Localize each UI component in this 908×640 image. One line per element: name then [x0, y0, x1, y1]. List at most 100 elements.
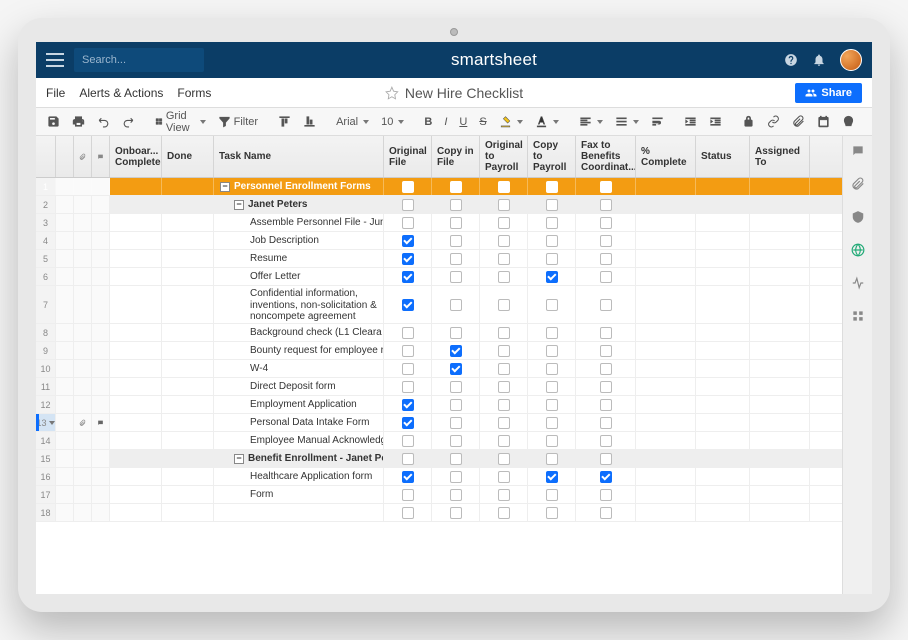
checkbox[interactable]	[498, 235, 510, 247]
attach-cell[interactable]	[74, 504, 92, 521]
checkbox-cell[interactable]	[576, 432, 636, 449]
assigned-cell[interactable]	[750, 214, 810, 231]
checkbox[interactable]	[498, 417, 510, 429]
star-icon[interactable]	[385, 86, 399, 100]
checkbox[interactable]	[450, 399, 462, 411]
task-cell[interactable]: Personal Data Intake Form	[214, 414, 384, 431]
comment-cell[interactable]	[92, 468, 110, 485]
expand-cell[interactable]	[56, 268, 74, 285]
bell-icon[interactable]	[812, 53, 826, 67]
status-cell[interactable]	[696, 232, 750, 249]
expand-cell[interactable]	[56, 342, 74, 359]
checkbox[interactable]	[600, 471, 612, 483]
checkbox[interactable]	[402, 299, 414, 311]
attach-cell[interactable]	[74, 360, 92, 377]
checkbox[interactable]	[402, 217, 414, 229]
lock-button[interactable]	[737, 111, 760, 133]
task-cell[interactable]: Assemble Personnel File - Jun	[214, 214, 384, 231]
checkbox-cell[interactable]	[480, 214, 528, 231]
search-input[interactable]	[82, 54, 224, 66]
checkbox-cell[interactable]	[432, 342, 480, 359]
checkbox-cell[interactable]	[480, 360, 528, 377]
status-cell[interactable]	[696, 378, 750, 395]
table-row[interactable]: 6Offer Letter	[36, 268, 842, 286]
assigned-cell[interactable]	[750, 396, 810, 413]
text-color-button[interactable]	[530, 111, 564, 133]
checkbox[interactable]	[546, 253, 558, 265]
date-button[interactable]	[812, 111, 835, 133]
onboard-cell[interactable]	[110, 324, 162, 341]
onboard-cell[interactable]	[110, 178, 162, 195]
checkbox-cell[interactable]	[528, 286, 576, 323]
row-number[interactable]: 2	[36, 196, 56, 213]
expand-cell[interactable]	[56, 286, 74, 323]
checkbox-cell[interactable]	[576, 178, 636, 195]
checkbox[interactable]	[600, 217, 612, 229]
done-cell[interactable]	[162, 360, 214, 377]
checkbox[interactable]	[546, 235, 558, 247]
checkbox[interactable]	[600, 507, 612, 519]
done-cell[interactable]	[162, 396, 214, 413]
reminder-button[interactable]	[837, 111, 860, 133]
onboard-cell[interactable]	[110, 360, 162, 377]
checkbox-cell[interactable]	[576, 286, 636, 323]
task-cell[interactable]: Confidential information, inventions, no…	[214, 286, 384, 323]
assigned-cell[interactable]	[750, 232, 810, 249]
task-cell[interactable]: Employment Application	[214, 396, 384, 413]
checkbox-cell[interactable]	[480, 232, 528, 249]
assigned-cell[interactable]	[750, 504, 810, 521]
assigned-cell[interactable]	[750, 360, 810, 377]
checkbox-cell[interactable]	[480, 324, 528, 341]
checkbox-cell[interactable]	[384, 450, 432, 467]
expand-cell[interactable]	[56, 214, 74, 231]
checkbox[interactable]	[450, 363, 462, 375]
checkbox[interactable]	[600, 345, 612, 357]
task-cell[interactable]: −Janet Peters	[214, 196, 384, 213]
status-cell[interactable]	[696, 432, 750, 449]
onboard-cell[interactable]	[110, 232, 162, 249]
checkbox-cell[interactable]	[528, 378, 576, 395]
checkbox-cell[interactable]	[384, 286, 432, 323]
checkbox[interactable]	[600, 299, 612, 311]
checkbox-cell[interactable]	[432, 414, 480, 431]
checkbox[interactable]	[600, 253, 612, 265]
checkbox-cell[interactable]	[528, 504, 576, 521]
col-onboard[interactable]: Onboar... Complete	[110, 136, 162, 177]
checkbox-cell[interactable]	[480, 468, 528, 485]
checkbox-cell[interactable]	[432, 378, 480, 395]
comment-cell[interactable]	[92, 342, 110, 359]
checkbox[interactable]	[498, 181, 510, 193]
table-row[interactable]: 3 Assemble Personnel File - Jun	[36, 214, 842, 232]
pct-cell[interactable]	[636, 268, 696, 285]
expand-cell[interactable]	[56, 378, 74, 395]
font-dropdown[interactable]: Arial	[331, 111, 374, 133]
checkbox[interactable]	[450, 453, 462, 465]
expand-cell[interactable]	[56, 504, 74, 521]
align-top-button[interactable]	[273, 111, 296, 133]
strikethrough-button[interactable]: S	[474, 111, 491, 133]
checkbox[interactable]	[498, 507, 510, 519]
comment-cell[interactable]	[92, 214, 110, 231]
checkbox[interactable]	[546, 471, 558, 483]
checkbox[interactable]	[600, 271, 612, 283]
col-done[interactable]: Done	[162, 136, 214, 177]
checkbox-cell[interactable]	[432, 324, 480, 341]
checkbox[interactable]	[600, 199, 612, 211]
row-number[interactable]: 3	[36, 214, 56, 231]
checkbox-cell[interactable]	[528, 450, 576, 467]
checkbox-cell[interactable]	[576, 232, 636, 249]
comment-cell[interactable]	[92, 378, 110, 395]
row-number[interactable]: 10	[36, 360, 56, 377]
table-row[interactable]: 5Resume	[36, 250, 842, 268]
assigned-cell[interactable]	[750, 468, 810, 485]
share-button[interactable]: Share	[795, 83, 862, 103]
checkbox[interactable]	[498, 471, 510, 483]
checkbox[interactable]	[546, 435, 558, 447]
checkbox[interactable]	[450, 271, 462, 283]
status-cell[interactable]	[696, 504, 750, 521]
task-cell[interactable]: Direct Deposit form	[214, 378, 384, 395]
done-cell[interactable]	[162, 450, 214, 467]
expand-cell[interactable]	[56, 360, 74, 377]
assigned-cell[interactable]	[750, 286, 810, 323]
checkbox-cell[interactable]	[432, 486, 480, 503]
